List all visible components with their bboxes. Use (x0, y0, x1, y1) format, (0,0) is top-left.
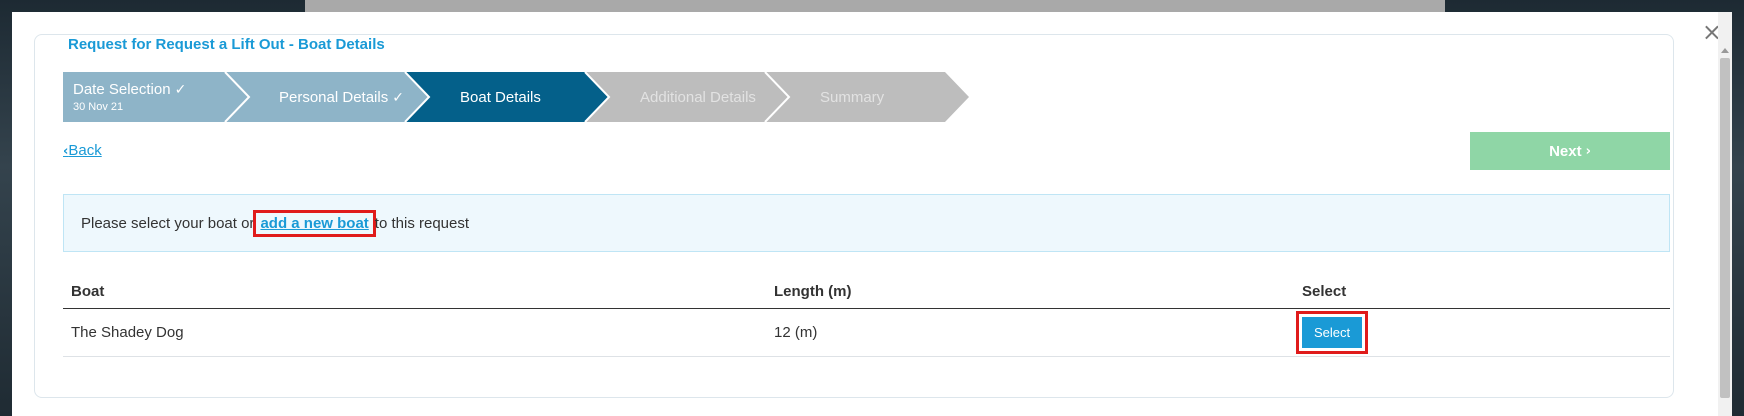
column-header-boat: Boat (63, 276, 766, 309)
checkmark-icon: ✓ (392, 89, 404, 106)
boat-length-cell: 12 (m) (766, 308, 1294, 357)
next-button[interactable]: Next › (1470, 132, 1670, 170)
info-text-before: Please select your boat or (81, 214, 255, 232)
table-header-row: Boat Length (m) Select (63, 276, 1670, 309)
checkmark-icon: ✓ (174, 82, 187, 98)
back-link[interactable]: ‹Back (63, 142, 102, 159)
info-text-after: to this request (374, 214, 470, 232)
info-alert: Please select your boat or add a new boa… (63, 194, 1670, 252)
step-date: 30 Nov 21 (73, 101, 124, 113)
boat-name-cell: The Shadey Dog (63, 308, 766, 357)
step-label: Personal Details (279, 88, 389, 106)
step-label: Summary (820, 88, 885, 106)
scrollbar-thumb[interactable] (1720, 58, 1730, 398)
scrollbar[interactable] (1718, 12, 1732, 416)
column-header-length: Length (m) (766, 276, 1294, 309)
column-header-select: Select (1294, 276, 1670, 309)
table-row: The Shadey Dog 12 (m) Select (63, 308, 1670, 357)
select-cell: Select (1294, 308, 1670, 357)
wizard-steps: Date Selection ✓ 30 Nov 21 Personal Detai… (63, 72, 1003, 122)
scroll-up-arrow-icon[interactable] (1721, 48, 1729, 53)
select-boat-button[interactable]: Select (1295, 310, 1369, 354)
step-label: Boat Details (460, 88, 541, 106)
background-strip (305, 0, 1445, 12)
page-title: Request for Request a Lift Out - Boat De… (60, 36, 393, 53)
add-new-boat-link[interactable]: add a new boat (253, 209, 376, 237)
boats-table: Boat Length (m) Select The Shadey Dog 12… (63, 276, 1670, 357)
chevron-right-icon: › (1585, 143, 1591, 159)
step-label: Date Selection (73, 81, 171, 98)
step-label: Additional Details (640, 88, 756, 106)
